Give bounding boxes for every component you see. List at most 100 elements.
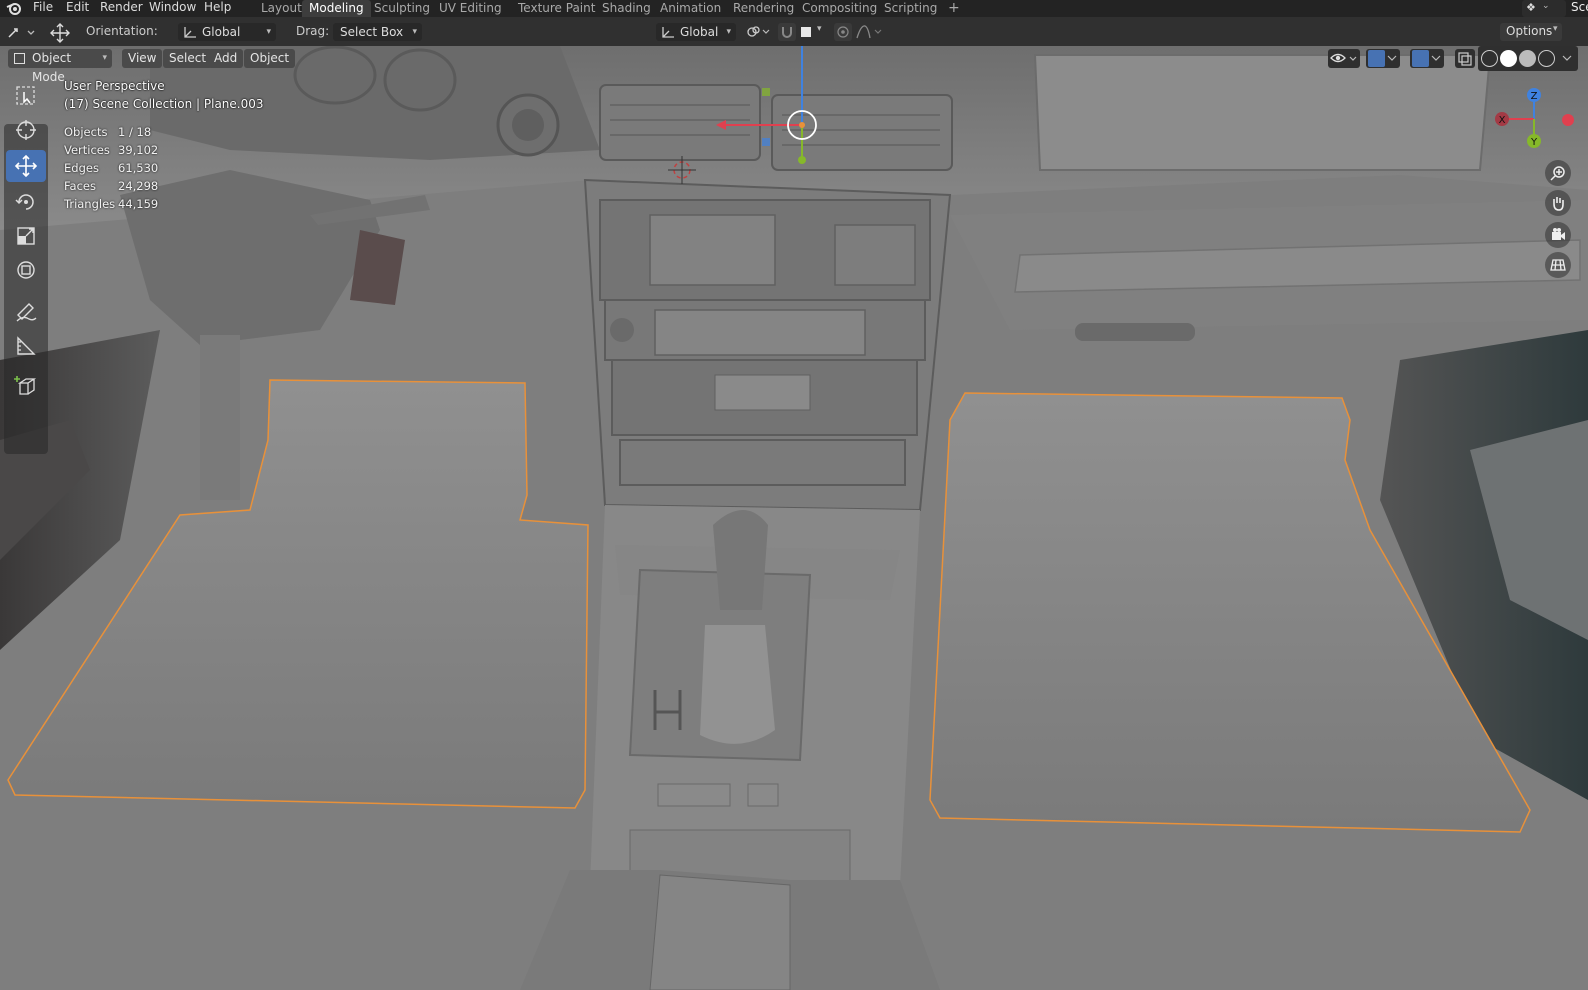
tab-animation[interactable]: Animation bbox=[653, 0, 728, 17]
top-menu-bar: File Edit Render Window Help Layout Mode… bbox=[0, 0, 1588, 17]
transform-icon bbox=[17, 261, 35, 279]
stat-edges-label: Edges bbox=[64, 161, 99, 175]
orientation-axes-icon bbox=[662, 27, 674, 38]
mode-dropdown[interactable]: Object Mode ▾ bbox=[8, 49, 112, 84]
tab-modeling[interactable]: Modeling bbox=[302, 0, 371, 17]
drag-dropdown[interactable]: Select Box ▾ bbox=[333, 23, 422, 41]
menu-window[interactable]: Window bbox=[149, 0, 196, 17]
rendered-shading-icon[interactable] bbox=[1538, 50, 1555, 67]
tool-select-box[interactable] bbox=[6, 80, 46, 112]
menu-render[interactable]: Render bbox=[100, 0, 143, 17]
zoom-button[interactable] bbox=[1545, 160, 1571, 186]
menu-edit[interactable]: Edit bbox=[66, 0, 89, 17]
proportional-icon bbox=[837, 26, 849, 38]
tab-texture-paint[interactable]: Texture Paint bbox=[511, 0, 602, 17]
menu-select[interactable]: Select bbox=[163, 49, 213, 68]
proportional-edit-toggle[interactable] bbox=[834, 23, 852, 41]
camera-view-button[interactable] bbox=[1545, 222, 1571, 248]
options-dropdown[interactable]: Options ▾ bbox=[1500, 23, 1562, 41]
rotate-icon bbox=[15, 194, 34, 210]
tab-sculpting[interactable]: Sculpting bbox=[367, 0, 437, 17]
tab-scripting[interactable]: Scripting bbox=[877, 0, 944, 17]
xray-toggle[interactable] bbox=[1455, 49, 1475, 68]
chevron-down-icon bbox=[1387, 55, 1397, 61]
move-icon bbox=[14, 154, 38, 178]
gizmo-y-label: Y bbox=[1530, 137, 1538, 148]
transform-editor-icon bbox=[8, 28, 35, 38]
stat-vertices-label: Vertices bbox=[64, 143, 110, 157]
menu-file[interactable]: File bbox=[33, 0, 53, 17]
scene-icon: ❖ bbox=[1526, 1, 1536, 14]
tool-rotate[interactable] bbox=[6, 186, 46, 218]
gizmo-x-label: X bbox=[1499, 115, 1506, 126]
move-gizmo-icon[interactable] bbox=[49, 23, 71, 43]
menu-add[interactable]: Add bbox=[208, 49, 244, 68]
chevron-down-icon: ⌄ bbox=[1542, 1, 1550, 11]
gizmo-neg-x bbox=[1562, 114, 1574, 126]
tool-scale[interactable] bbox=[6, 220, 46, 252]
chevron-down-icon: ▾ bbox=[726, 27, 731, 37]
collection-info: (17) Scene Collection | Plane.003 bbox=[64, 97, 264, 111]
snap-toggle[interactable] bbox=[778, 23, 796, 41]
grid-icon bbox=[1550, 259, 1566, 271]
transform-orientation-dropdown[interactable]: Global ▾ bbox=[656, 23, 736, 41]
navigation-gizmo[interactable]: Z X Y bbox=[1490, 86, 1580, 156]
tool-move[interactable] bbox=[6, 150, 46, 182]
gizmo-icon bbox=[1368, 50, 1385, 67]
tab-compositing[interactable]: Compositing bbox=[795, 0, 884, 17]
pivot-point-dropdown[interactable] bbox=[744, 23, 772, 41]
orientation-value: Global bbox=[202, 25, 241, 39]
orientation-axes-icon bbox=[184, 27, 196, 38]
pan-button[interactable] bbox=[1545, 190, 1571, 216]
drag-label: Drag: bbox=[296, 24, 330, 38]
tab-rendering[interactable]: Rendering bbox=[726, 0, 801, 17]
visibility-dropdown[interactable] bbox=[1328, 49, 1360, 68]
material-shading-icon[interactable] bbox=[1519, 50, 1536, 67]
scene-name[interactable]: Scene bbox=[1571, 0, 1588, 17]
editor-type-button[interactable] bbox=[6, 23, 38, 41]
select-box-icon bbox=[16, 86, 35, 105]
chevron-down-icon: ▾ bbox=[102, 53, 107, 63]
chevron-down-icon: ▾ bbox=[412, 27, 417, 37]
transform-orientation-value: Global bbox=[680, 25, 719, 39]
tab-layout[interactable]: Layout bbox=[254, 0, 309, 17]
tool-cursor[interactable] bbox=[6, 114, 46, 146]
hand-icon bbox=[1553, 197, 1564, 211]
tool-annotate[interactable] bbox=[6, 296, 46, 328]
add-workspace-button[interactable]: + bbox=[941, 0, 967, 17]
solid-shading-icon[interactable] bbox=[1500, 50, 1517, 67]
shading-buttons bbox=[1478, 46, 1578, 71]
pivot-icon bbox=[747, 26, 770, 37]
stat-objects-label: Objects bbox=[64, 125, 108, 139]
3d-viewport[interactable]: Object Mode ▾ View Select Add Object Use… bbox=[0, 46, 1588, 990]
gizmo-z-label: Z bbox=[1531, 91, 1538, 102]
orientation-dropdown[interactable]: Global ▾ bbox=[178, 23, 276, 41]
ortho-toggle-button[interactable] bbox=[1545, 252, 1571, 278]
tab-shading[interactable]: Shading bbox=[595, 0, 658, 17]
overlays-toggle[interactable] bbox=[1410, 49, 1444, 68]
gizmo-toggle[interactable] bbox=[1366, 49, 1400, 68]
tab-uv-editing[interactable]: UV Editing bbox=[432, 0, 509, 17]
stat-edges-value: 61,530 bbox=[118, 161, 159, 175]
blender-logo-icon[interactable] bbox=[6, 2, 22, 15]
menu-help[interactable]: Help bbox=[204, 0, 231, 17]
stat-triangles-label: Triangles bbox=[64, 197, 116, 211]
falloff-dropdown[interactable] bbox=[855, 23, 885, 41]
car-interior-render[interactable] bbox=[0, 46, 1588, 990]
snap-target-dropdown[interactable]: ▾ bbox=[798, 23, 828, 41]
camera-icon bbox=[1552, 228, 1565, 240]
chevron-down-icon[interactable] bbox=[1562, 54, 1572, 62]
options-label: Options bbox=[1506, 24, 1553, 38]
tool-measure[interactable] bbox=[6, 330, 46, 362]
menu-object[interactable]: Object bbox=[244, 49, 296, 68]
zoom-icon bbox=[1550, 166, 1565, 181]
chevron-down-icon: ▾ bbox=[817, 24, 822, 34]
wireframe-shading-icon[interactable] bbox=[1481, 50, 1498, 67]
tool-add-cube[interactable] bbox=[6, 370, 46, 402]
menu-view[interactable]: View bbox=[122, 49, 163, 68]
scene-selector[interactable]: ❖ ⌄ bbox=[1522, 0, 1566, 17]
chevron-down-icon: ▾ bbox=[1553, 24, 1558, 34]
view-name: User Perspective bbox=[64, 79, 165, 93]
tool-transform[interactable] bbox=[6, 254, 46, 286]
tool-settings-header: Orientation: Global ▾ Drag: Select Box ▾… bbox=[0, 17, 1588, 46]
